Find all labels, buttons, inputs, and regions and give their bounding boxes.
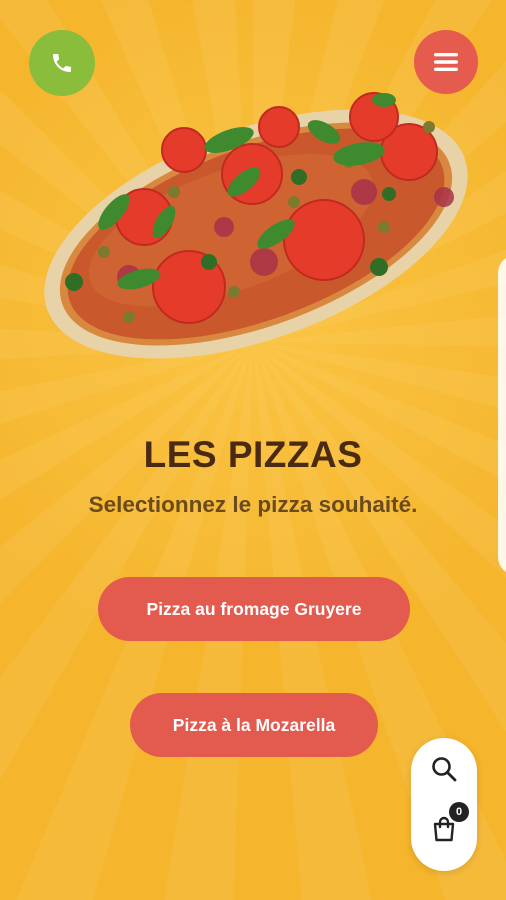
pizza-image: [34, 82, 479, 387]
phone-icon: [53, 54, 71, 72]
search-icon[interactable]: [430, 755, 458, 783]
page-subtitle: Selectionnez le pizza souhaité.: [88, 492, 418, 517]
pizza-gruyere-button[interactable]: Pizza au fromage Gruyere: [98, 577, 410, 641]
pizza-mozarella-button[interactable]: Pizza à la Mozarella: [130, 693, 378, 757]
hamburger-menu-icon: [434, 53, 458, 71]
floating-action-bar: [411, 738, 477, 871]
page-title: LES PIZZAS: [143, 434, 363, 475]
cart-count-badge: 0: [449, 802, 469, 822]
side-panel-edge: [498, 255, 506, 575]
